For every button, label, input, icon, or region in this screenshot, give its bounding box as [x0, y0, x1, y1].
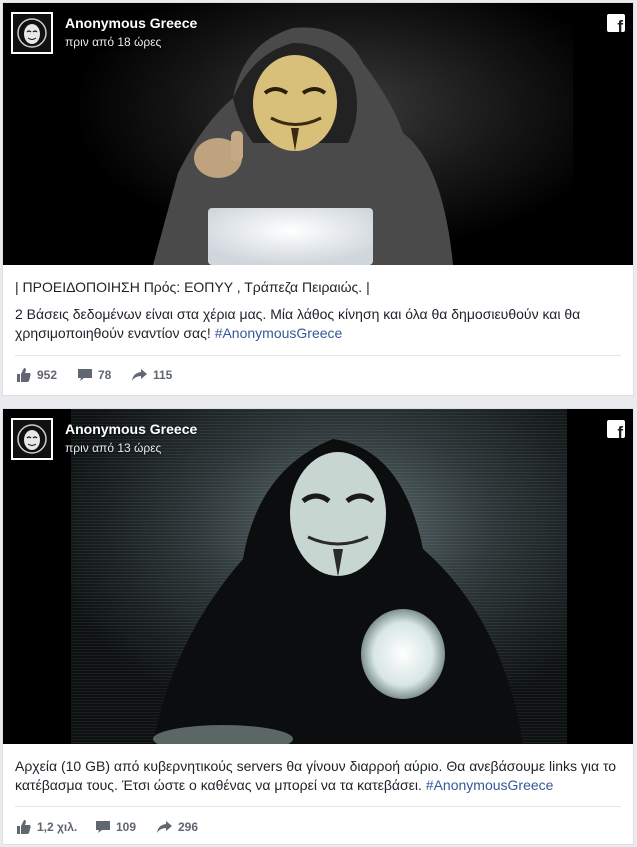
divider: [15, 355, 621, 356]
hashtag-link[interactable]: #AnonymousGreece: [215, 325, 343, 341]
comments-value: 109: [116, 820, 137, 834]
share-arrow-icon: [157, 821, 172, 833]
engagement-stats: 952 78 115: [15, 365, 621, 385]
facebook-icon[interactable]: f: [607, 14, 625, 32]
likes-value: 952: [37, 368, 58, 382]
share-arrow-icon: [132, 369, 147, 381]
avatar[interactable]: [11, 418, 53, 460]
shares-value: 115: [153, 368, 173, 382]
avatar[interactable]: [11, 12, 53, 54]
likes-value: 1,2 χιλ.: [37, 820, 78, 834]
comments-value: 78: [98, 368, 112, 382]
post-card: Anonymous Greece πριν από 18 ώρες f | ΠΡ…: [2, 2, 634, 396]
post-header: Anonymous Greece πριν από 18 ώρες f: [3, 3, 633, 63]
likes-count[interactable]: 952: [17, 365, 57, 385]
thumbs-up-icon: [17, 820, 31, 834]
post-timestamp[interactable]: πριν από 13 ώρες: [65, 441, 161, 455]
comments-count[interactable]: 109: [96, 817, 136, 837]
post-text-line: | ΠΡΟΕΙΔΟΠΟΙΗΣΗ Πρός: ΕΟΠΥΥ , Τράπεζα Πε…: [15, 279, 370, 295]
post-header: Anonymous Greece πριν από 13 ώρες f: [3, 409, 633, 469]
comment-icon: [96, 821, 110, 833]
post-text-body: Αρχεία (10 GB) από κυβερνητικούς servers…: [15, 757, 621, 795]
engagement-stats: 1,2 χιλ. 109 296: [15, 817, 621, 837]
facebook-icon[interactable]: f: [607, 420, 625, 438]
post-timestamp[interactable]: πριν από 18 ώρες: [65, 35, 161, 49]
post-text-body: 2 Βάσεις δεδομένων είναι στα χέρια μας. …: [15, 305, 621, 343]
comment-icon: [78, 369, 92, 381]
shares-count[interactable]: 115: [132, 365, 172, 385]
comments-count[interactable]: 78: [78, 365, 111, 385]
thumbs-up-icon: [17, 368, 31, 382]
author-name[interactable]: Anonymous Greece: [65, 15, 197, 31]
hashtag-link[interactable]: #AnonymousGreece: [426, 777, 554, 793]
author-name[interactable]: Anonymous Greece: [65, 421, 197, 437]
likes-count[interactable]: 1,2 χιλ.: [17, 817, 77, 837]
post-card: Anonymous Greece πριν από 13 ώρες f Αρχε…: [2, 408, 634, 845]
shares-count[interactable]: 296: [157, 817, 198, 837]
shares-value: 296: [178, 820, 199, 834]
divider: [15, 806, 621, 807]
